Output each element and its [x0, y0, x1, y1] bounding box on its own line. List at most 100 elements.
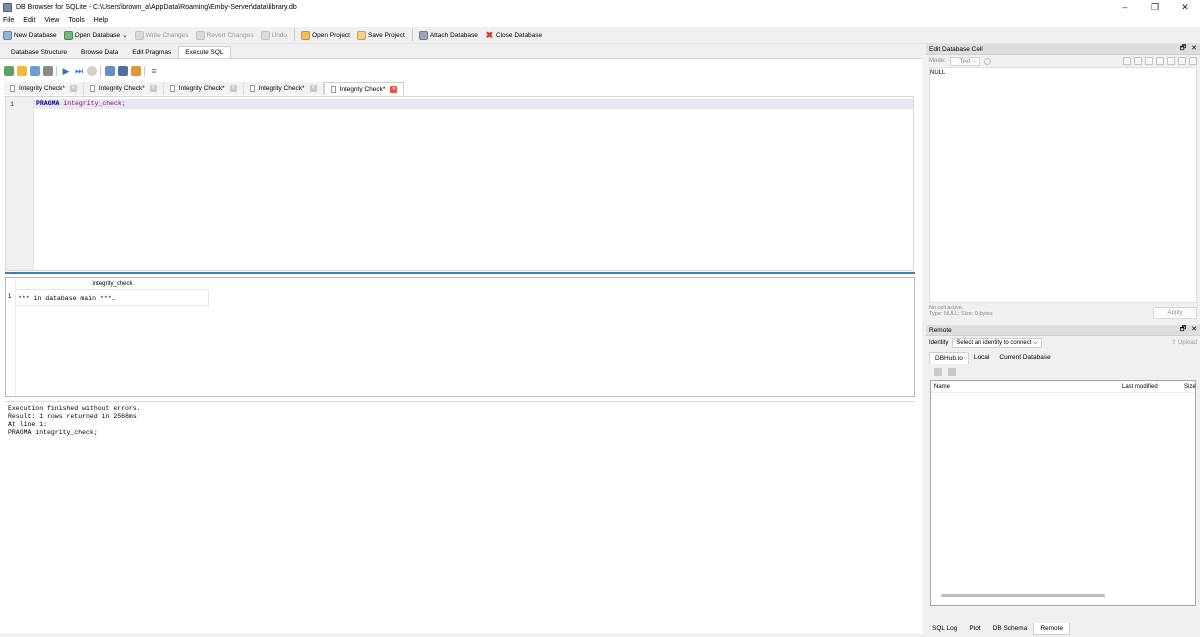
- open-tab-icon[interactable]: [4, 66, 14, 76]
- menu-bar: File Edit View Tools Help: [0, 14, 1200, 27]
- export-icon[interactable]: [1134, 57, 1142, 65]
- remote-toolbar: [926, 364, 1200, 380]
- find-replace-icon[interactable]: [131, 66, 141, 76]
- close-tab-icon[interactable]: ✕: [149, 85, 157, 92]
- attach-database-button[interactable]: Attach Database: [418, 30, 478, 40]
- sql-tab-label: Integrity Check*: [98, 85, 145, 92]
- open-project-button[interactable]: Open Project: [301, 30, 350, 40]
- execute-line-icon[interactable]: ⏭: [74, 66, 84, 76]
- revert-changes-icon: [195, 30, 205, 40]
- float-dock-icon[interactable]: 🗗: [1180, 45, 1187, 52]
- close-tab-icon[interactable]: ✕: [390, 85, 398, 93]
- save-sql-file-icon[interactable]: [30, 66, 40, 76]
- word-wrap-icon[interactable]: [1156, 57, 1164, 65]
- close-database-button[interactable]: ✖ Close Database: [485, 30, 543, 40]
- close-database-label: Close Database: [495, 31, 543, 39]
- close-tab-icon[interactable]: ✕: [69, 85, 77, 92]
- menu-help[interactable]: Help: [94, 17, 108, 24]
- tab-local[interactable]: Local: [969, 352, 995, 364]
- sql-tab-5[interactable]: Integrity Check* ✕: [323, 82, 405, 95]
- menu-tools[interactable]: Tools: [68, 17, 84, 24]
- image-view-icon[interactable]: [1167, 57, 1175, 65]
- tab-current-database[interactable]: Current Database: [994, 352, 1055, 364]
- set-null-icon[interactable]: [1145, 57, 1153, 65]
- import-icon[interactable]: [1123, 57, 1131, 65]
- log-line: PRAGMA integrity_check;: [8, 429, 98, 436]
- row-number[interactable]: 1: [8, 294, 11, 300]
- revert-changes-button[interactable]: Revert Changes: [195, 30, 254, 40]
- tab-plot[interactable]: Plot: [963, 623, 986, 635]
- horizontal-scrollbar[interactable]: [941, 594, 1105, 597]
- column-header[interactable]: integrity_check: [16, 278, 209, 290]
- result-cell[interactable]: *** in database main ***…: [16, 292, 209, 306]
- auto-format-icon[interactable]: [983, 57, 991, 65]
- comment-lines-icon[interactable]: ≡: [149, 66, 159, 76]
- close-tab-icon[interactable]: ✕: [309, 85, 317, 92]
- results-grid[interactable]: integrity_check 1 *** in database main *…: [5, 277, 915, 397]
- open-sql-file-icon[interactable]: [17, 66, 27, 76]
- current-code-line[interactable]: PRAGMA integrity_check;: [34, 99, 913, 109]
- tab-execute-sql[interactable]: Execute SQL: [178, 46, 231, 58]
- right-dock-area: Edit Database Cell 🗗 ✕ Mode: Text ⌵ NULL…: [926, 44, 1200, 637]
- sql-tab-2[interactable]: Integrity Check* ✕: [83, 82, 164, 95]
- sql-keyword: PRAGMA: [36, 100, 60, 107]
- dropdown-arrow-icon: ⌄: [122, 32, 128, 39]
- execute-all-icon[interactable]: ▶: [61, 66, 71, 76]
- find-icon[interactable]: [118, 66, 128, 76]
- editor-results-splitter[interactable]: [5, 272, 915, 274]
- open-database-button[interactable]: Open Database ⌄: [63, 30, 128, 40]
- float-dock-icon[interactable]: 🗗: [1180, 326, 1187, 333]
- identity-select[interactable]: Select an identity to connect ⌵: [952, 338, 1042, 348]
- cell-value-editor[interactable]: NULL: [929, 67, 1197, 303]
- sql-tab-4[interactable]: Integrity Check* ✕: [243, 82, 324, 95]
- tab-edit-pragmas[interactable]: Edit Pragmas: [125, 46, 178, 58]
- menu-file[interactable]: File: [3, 17, 14, 24]
- undo-button[interactable]: Undo: [260, 30, 288, 40]
- print-icon[interactable]: [43, 66, 53, 76]
- new-database-button[interactable]: New Database: [3, 30, 57, 40]
- clone-icon[interactable]: [948, 368, 956, 376]
- tab-browse-data[interactable]: Browse Data: [74, 46, 125, 58]
- edit-cell-title: Edit Database Cell: [929, 45, 983, 53]
- cell-status: No cell active. Type: NULL; Size: 0 byte…: [926, 303, 1200, 325]
- column-last-modified[interactable]: Last modified: [1122, 381, 1158, 393]
- remote-file-list[interactable]: Name Last modified Size: [930, 380, 1196, 606]
- window-title: DB Browser for SQLite - C:\Users\brown_a…: [16, 3, 297, 11]
- tab-sql-log[interactable]: SQL Log: [926, 623, 963, 635]
- document-icon: [169, 85, 175, 92]
- close-dock-icon[interactable]: ✕: [1191, 45, 1197, 52]
- undo-label: Undo: [271, 31, 288, 39]
- column-size[interactable]: Size: [1184, 381, 1196, 393]
- stop-execution-icon[interactable]: [87, 66, 97, 76]
- close-dock-icon[interactable]: ✕: [1191, 326, 1197, 333]
- close-tab-icon[interactable]: ✕: [229, 85, 237, 92]
- open-external-icon[interactable]: [1178, 57, 1186, 65]
- menu-view[interactable]: View: [44, 17, 59, 24]
- close-window-button[interactable]: ✕: [1170, 0, 1200, 14]
- window-controls: – ❐ ✕: [1110, 0, 1200, 14]
- column-name[interactable]: Name: [934, 381, 950, 393]
- apply-button[interactable]: Apply: [1153, 307, 1197, 319]
- tab-database-structure[interactable]: Database Structure: [4, 46, 74, 58]
- write-changes-button[interactable]: Write Changes: [134, 30, 189, 40]
- maximize-button[interactable]: ❐: [1140, 0, 1170, 14]
- sql-tab-1[interactable]: Integrity Check* ✕: [4, 82, 84, 95]
- tab-remote[interactable]: Remote: [1033, 623, 1071, 635]
- sql-tab-3[interactable]: Integrity Check* ✕: [163, 82, 244, 95]
- print-icon[interactable]: [1189, 57, 1197, 65]
- upload-button[interactable]: ⇧ Upload: [1171, 339, 1197, 346]
- refresh-icon[interactable]: [934, 368, 942, 376]
- mode-select[interactable]: Text ⌵: [949, 56, 980, 66]
- execution-message-pane[interactable]: Execution finished without errors. Resul…: [5, 401, 915, 625]
- app-icon: [3, 2, 12, 12]
- tab-db-schema[interactable]: DB Schema: [987, 623, 1034, 635]
- tab-dbhub[interactable]: DBHub.io: [929, 352, 969, 364]
- log-line: Result: 1 rows returned in 2568ms: [8, 413, 137, 420]
- minimize-button[interactable]: –: [1110, 0, 1140, 14]
- toolbar-separator: [411, 29, 413, 41]
- save-project-button[interactable]: Save Project: [356, 30, 405, 40]
- sql-editor[interactable]: 1 PRAGMA integrity_check;: [5, 96, 914, 271]
- save-results-icon[interactable]: [105, 66, 115, 76]
- menu-edit[interactable]: Edit: [23, 17, 35, 24]
- identity-bar: Identity Select an identity to connect ⌵…: [926, 336, 1200, 350]
